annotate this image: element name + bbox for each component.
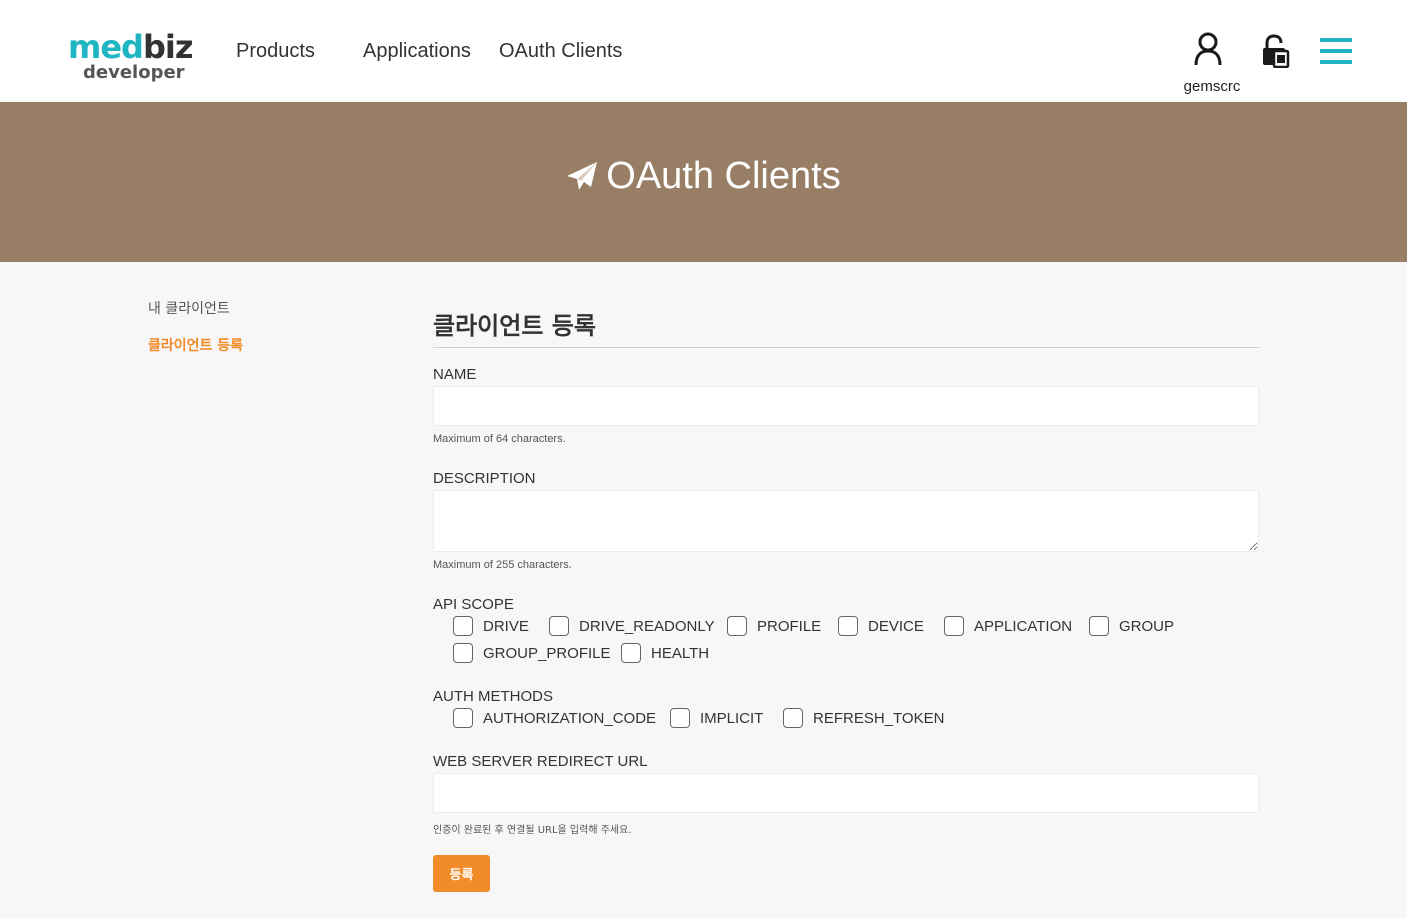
user-account[interactable]: gemscrc: [1178, 32, 1248, 96]
checkbox-box[interactable]: [783, 708, 803, 728]
checkbox-box[interactable]: [727, 616, 747, 636]
scope-device-checkbox[interactable]: DEVICE: [838, 616, 924, 636]
sidebar-item-register-client[interactable]: 클라이언트 등록: [148, 335, 243, 355]
logo-subtitle: developer: [83, 62, 185, 83]
scope-application-checkbox[interactable]: APPLICATION: [944, 616, 1072, 636]
page-banner: OAuth Clients: [0, 102, 1407, 262]
checkbox-box[interactable]: [453, 643, 473, 663]
checkbox-box[interactable]: [549, 616, 569, 636]
hamburger-menu-icon[interactable]: [1320, 37, 1352, 65]
description-help-text: Maximum of 255 characters.: [433, 559, 572, 571]
scope-health-checkbox[interactable]: HEALTH: [621, 643, 709, 663]
paper-plane-icon: [567, 162, 598, 190]
auth-methods-label: AUTH METHODS: [433, 688, 553, 705]
scope-group-profile-checkbox[interactable]: GROUP_PROFILE: [453, 643, 611, 663]
checkbox-box[interactable]: [1089, 616, 1109, 636]
redirect-url-input[interactable]: [433, 773, 1259, 813]
user-icon: [1194, 32, 1222, 66]
checkbox-box[interactable]: [944, 616, 964, 636]
logo-wordmark: medbiz: [68, 28, 193, 66]
name-input[interactable]: [433, 386, 1259, 426]
page-title: 클라이언트 등록: [433, 312, 596, 340]
name-help-text: Maximum of 64 characters.: [433, 433, 566, 445]
nav-oauth-clients[interactable]: OAuth Clients: [499, 40, 622, 63]
username: gemscrc: [1183, 78, 1241, 95]
auth-refresh-token-checkbox[interactable]: REFRESH_TOKEN: [783, 708, 944, 728]
medbiz-developer-logo[interactable]: medbiz developer: [68, 30, 193, 86]
scope-drive-checkbox[interactable]: DRIVE: [453, 616, 529, 636]
nav-applications[interactable]: Applications: [363, 40, 471, 63]
name-label: NAME: [433, 366, 477, 383]
scope-profile-checkbox[interactable]: PROFILE: [727, 616, 821, 636]
top-header: medbiz developer Products Applications O…: [0, 0, 1407, 102]
auth-implicit-checkbox[interactable]: IMPLICIT: [670, 708, 763, 728]
api-scope-label: API SCOPE: [433, 596, 514, 613]
checkbox-box[interactable]: [838, 616, 858, 636]
banner-title: OAuth Clients: [0, 154, 1407, 198]
redirect-url-help-text: 인증이 완료된 후 연결될 URL을 입력해 주세요.: [433, 825, 632, 836]
description-textarea[interactable]: [433, 490, 1259, 552]
description-label: DESCRIPTION: [433, 470, 536, 487]
auth-authorization-code-checkbox[interactable]: AUTHORIZATION_CODE: [453, 708, 656, 728]
register-button[interactable]: 등록: [433, 855, 490, 892]
checkbox-box[interactable]: [670, 708, 690, 728]
checkbox-box[interactable]: [453, 708, 473, 728]
sidebar-item-my-clients[interactable]: 내 클라이언트: [148, 298, 230, 318]
nav-products[interactable]: Products: [236, 40, 315, 63]
scope-group-checkbox[interactable]: GROUP: [1089, 616, 1174, 636]
lock-icon[interactable]: [1261, 34, 1291, 68]
banner-title-text: OAuth Clients: [606, 155, 841, 197]
redirect-url-label: WEB SERVER REDIRECT URL: [433, 753, 648, 770]
title-divider: [433, 347, 1259, 348]
scope-drive-readonly-checkbox[interactable]: DRIVE_READONLY: [549, 616, 715, 636]
checkbox-box[interactable]: [453, 616, 473, 636]
checkbox-box[interactable]: [621, 643, 641, 663]
